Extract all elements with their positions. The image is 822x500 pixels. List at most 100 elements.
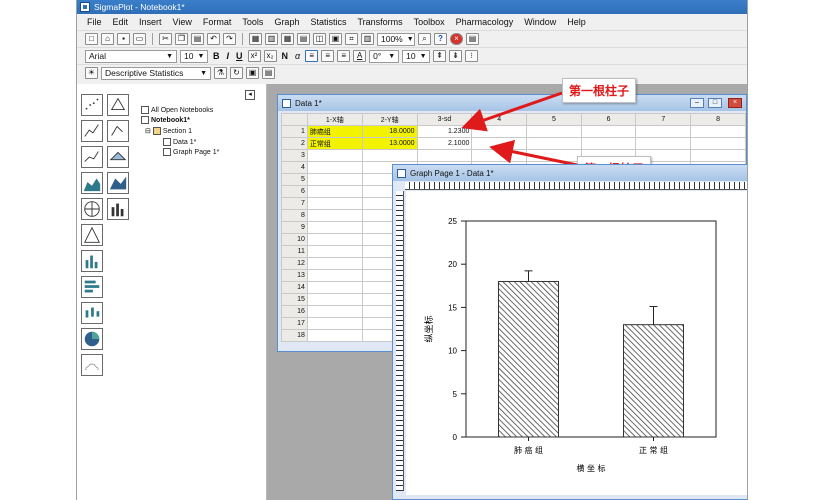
table-icon[interactable]: ▤ [297,33,310,45]
column-header[interactable]: 4 [471,113,528,126]
row-header[interactable]: 3 [281,149,308,162]
cell-y[interactable]: 13.0000 [361,137,418,150]
align-left-icon[interactable]: ≡ [305,50,319,62]
scatter-plot-icon[interactable] [81,94,103,116]
pie-chart-icon[interactable] [81,328,103,350]
3d-scatter-icon[interactable] [107,94,129,116]
cut-icon[interactable]: ✂ [159,33,172,45]
statistics-test-select[interactable]: Descriptive Statistics ▼ [101,66,211,80]
close-button[interactable]: × [728,98,742,108]
menu-transforms[interactable]: Transforms [357,17,402,27]
area-plot-icon[interactable] [81,172,103,194]
row-header[interactable]: 14 [281,281,308,294]
column-header[interactable]: 8 [690,113,746,126]
restore-button[interactable]: □ [708,98,722,108]
cell-sd[interactable]: 1.2300 [416,125,473,138]
3d-line-icon[interactable] [107,120,129,142]
cell-sd[interactable] [416,149,473,162]
table-row[interactable]: 3 [281,149,746,162]
line-spacing-select[interactable]: 10 ▼ [402,49,431,63]
cell-x[interactable] [306,329,363,342]
report-options-icon[interactable]: ▤ [262,67,275,79]
grid-icon[interactable]: ▦ [281,33,294,45]
italic-button[interactable]: I [225,51,232,61]
row-header[interactable]: 5 [281,173,308,186]
cell-x[interactable] [306,185,363,198]
3d-surface-icon[interactable] [107,172,129,194]
vertical-bar-icon[interactable] [81,250,103,272]
cell[interactable] [690,137,746,150]
cell-x[interactable] [306,161,363,174]
horizontal-bar-icon[interactable] [81,276,103,298]
line-plot-icon[interactable] [81,120,103,142]
new-icon[interactable]: □ [85,33,98,45]
menu-format[interactable]: Format [203,17,232,27]
search-icon[interactable]: ⌕ [418,33,431,45]
redo-icon[interactable]: ↷ [223,33,236,45]
cell[interactable] [635,137,692,150]
greek-button[interactable]: α [293,51,302,61]
copy-icon[interactable]: ❐ [175,33,188,45]
cell[interactable] [471,137,528,150]
cell-x[interactable] [306,281,363,294]
cell-x[interactable] [306,245,363,258]
menu-help[interactable]: Help [567,17,586,27]
cell[interactable] [580,137,637,150]
run-test-icon[interactable]: ⚗ [214,67,227,79]
row-header[interactable]: 18 [281,329,308,342]
rotation-select[interactable]: 0° ▼ [369,49,400,63]
cell-x[interactable] [306,317,363,330]
font-name-select[interactable]: Arial ▼ [85,49,177,63]
lightbulb-icon[interactable]: ☀ [85,67,98,79]
cell-x[interactable] [306,257,363,270]
row-header[interactable]: 10 [281,233,308,246]
bullets-icon[interactable]: ⁝ [465,50,479,62]
tree-root[interactable]: All Open Notebooks [141,106,213,114]
cell-x[interactable]: 肺癌组 [306,125,363,138]
cell[interactable] [580,125,637,138]
equation-icon[interactable]: ▥ [361,33,374,45]
open-icon[interactable]: ⌂ [101,33,114,45]
cell-x[interactable] [306,293,363,306]
save-icon[interactable]: ▪ [117,33,130,45]
tree-data[interactable]: Data 1* [163,138,196,146]
row-header[interactable]: 16 [281,305,308,318]
3d-bar-icon[interactable] [107,198,129,220]
cell-y[interactable] [361,149,418,162]
menu-insert[interactable]: Insert [139,17,162,27]
menu-view[interactable]: View [173,17,192,27]
align-center-icon[interactable]: ≡ [321,50,335,62]
menu-toolbox[interactable]: Toolbox [414,17,445,27]
cell-x[interactable]: 正常组 [306,137,363,150]
menu-edit[interactable]: Edit [113,17,129,27]
print-icon[interactable]: ▭ [133,33,146,45]
report-view-icon[interactable]: ▣ [246,67,259,79]
plot-icon[interactable]: ⌗ [345,33,358,45]
tree-graph[interactable]: Graph Page 1* [163,148,219,156]
corner-cell[interactable] [281,113,308,126]
cell-x[interactable] [306,209,363,222]
column-header[interactable]: 7 [635,113,692,126]
undo-icon[interactable]: ↶ [207,33,220,45]
contour-plot-icon[interactable] [81,354,103,376]
menu-window[interactable]: Window [524,17,556,27]
cell-x[interactable] [306,221,363,234]
cell[interactable] [471,125,528,138]
box-plot-icon[interactable] [81,302,103,324]
bar-chart[interactable]: 0 5 10 15 20 25 肺 癌 组 正 常 组横 坐 标 纵坐标 [406,191,748,495]
cell-x[interactable] [306,149,363,162]
cell[interactable] [526,137,582,150]
normal-button[interactable]: N [280,51,291,61]
cell[interactable] [471,149,528,162]
row-header[interactable]: 4 [281,161,308,174]
superscript-icon[interactable]: x² [247,50,261,62]
row-header[interactable]: 1 [281,125,308,138]
row-header[interactable]: 15 [281,293,308,306]
paste-icon[interactable]: ▤ [191,33,204,45]
cell-x[interactable] [306,173,363,186]
cell[interactable] [690,125,746,138]
zoom-select[interactable]: 100% ▼ [377,32,415,46]
worksheet-icon[interactable]: ▦ [249,33,262,45]
cell[interactable] [690,149,746,162]
font-color-icon[interactable]: A [353,50,367,62]
